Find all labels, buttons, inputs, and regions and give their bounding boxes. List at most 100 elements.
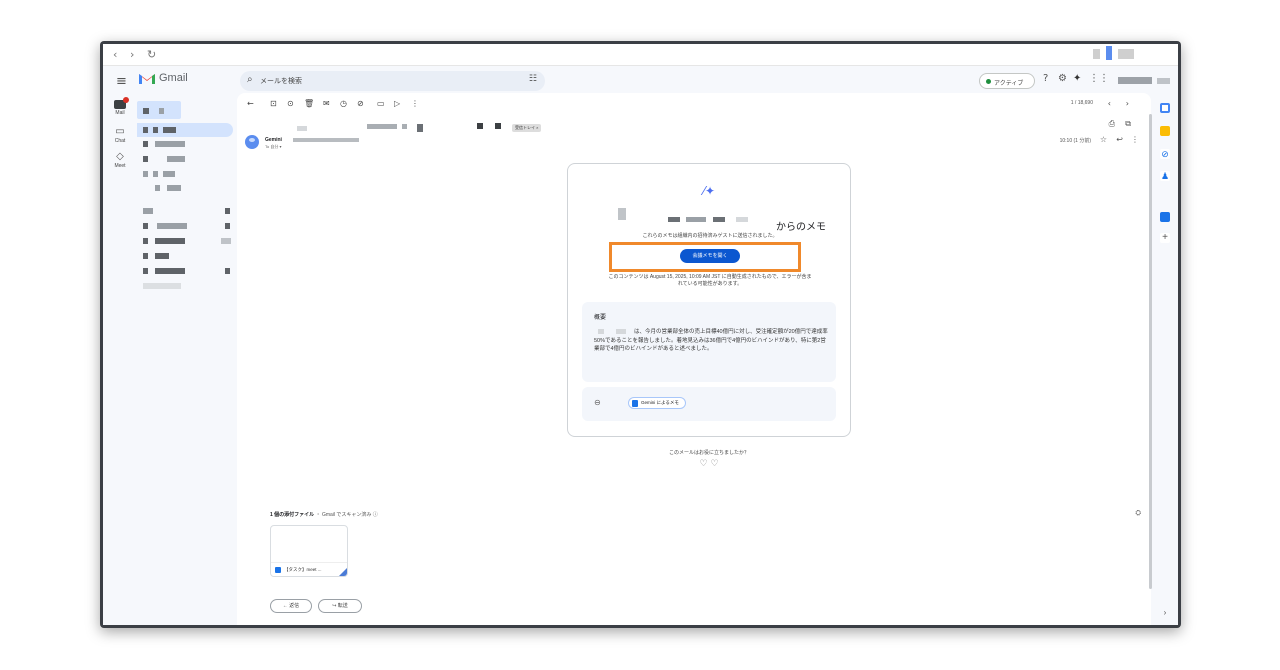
account-avatar[interactable] — [1157, 78, 1170, 84]
sidebar-item[interactable] — [137, 264, 233, 278]
attachment-card[interactable]: 【タスク】meet ... — [270, 525, 348, 577]
summary-heading: 概要 — [594, 315, 607, 321]
back-arrow-icon[interactable]: ‹ — [113, 48, 117, 61]
more-options-icon[interactable]: ⋮ — [1131, 135, 1139, 144]
google-docs-icon — [632, 399, 638, 407]
sidebar-item[interactable] — [137, 167, 233, 181]
summary-section: 概要 は、今月の営業部全体の売上目標40億円に対し、受注確定額が20億円で達成率… — [582, 302, 836, 382]
delete-icon[interactable]: 🗑 — [304, 99, 314, 108]
gear-icon[interactable]: ⚙ — [1058, 73, 1067, 84]
sidebar-item[interactable] — [137, 234, 233, 248]
search-input[interactable]: メールを検索 — [260, 76, 302, 86]
help-icon[interactable]: ? — [1043, 73, 1048, 84]
message-time: 10:10 (1 分前) — [1059, 138, 1091, 144]
summary-body: は、今月の営業部全体の売上目標40億円に対し、受注確定額が20億円で達成率50%… — [594, 329, 828, 352]
sidebar-item[interactable] — [137, 219, 233, 233]
zoom-addon-icon[interactable] — [1160, 212, 1170, 222]
device-frame: ‹ › ↻ ≡ Gmail ⌕ メールを検索 ☷ アクティブ ? ⚙ ✦ ⋮⋮ … — [100, 41, 1181, 628]
open-in-new-window-icon[interactable]: ⧉ — [1125, 119, 1131, 129]
reload-icon[interactable]: ↻ — [147, 48, 156, 61]
sidebar-item-inbox[interactable] — [137, 123, 233, 137]
gmail-m-icon — [139, 74, 155, 84]
ai-disclaimer: このコンテンツは August 15, 2025, 10:09 AM JST に… — [608, 274, 812, 287]
gemini-notes-chip[interactable]: Gemini によるメモ — [628, 397, 686, 409]
pager-count: 1 / 18,690 — [1070, 100, 1093, 106]
compose-button[interactable] — [137, 101, 181, 119]
thumbs-up-icon[interactable]: ♡ — [710, 459, 718, 469]
sender-name[interactable]: Gemini — [265, 137, 282, 143]
thumbs-down-icon[interactable]: ♡ — [699, 459, 707, 469]
rail-label: Chat — [114, 138, 126, 144]
doc-corner-icon — [339, 566, 347, 576]
rail-label: Mail — [115, 110, 125, 116]
account-switcher[interactable] — [1118, 77, 1152, 84]
keep-icon[interactable] — [1160, 126, 1170, 136]
attachment-footer: 【タスク】meet ... — [271, 562, 347, 576]
extension-icon[interactable] — [1093, 49, 1100, 59]
app-name: Gmail — [159, 72, 188, 84]
menu-icon[interactable]: ≡ — [116, 74, 127, 89]
status-label: アクティブ — [994, 81, 1024, 87]
add-addon-icon[interactable]: + — [1160, 233, 1170, 243]
subject-blur — [417, 124, 423, 132]
search-bar[interactable]: ⌕ メールを検索 ☷ — [240, 71, 545, 91]
sidebar-item[interactable] — [137, 137, 233, 151]
forward-arrow-icon[interactable]: › — [130, 48, 134, 61]
status-selector[interactable]: アクティブ — [979, 73, 1035, 89]
profile-avatar[interactable] — [1118, 49, 1134, 59]
extension-icon[interactable] — [1106, 46, 1112, 60]
scrollbar[interactable] — [1149, 114, 1152, 589]
star-icon[interactable]: ☆ — [1100, 135, 1107, 144]
notes-attachment-row: ⊖ Gemini によるメモ — [582, 387, 836, 421]
tasks-icon[interactable]: ⊘ — [1160, 149, 1170, 159]
move-to-icon[interactable]: ▭ — [377, 99, 385, 108]
rail-chat[interactable]: ▭ Chat — [109, 126, 131, 144]
subject-blur — [367, 124, 397, 129]
prev-message-icon[interactable]: ‹ — [1108, 99, 1111, 108]
label-icon[interactable]: ▷ — [394, 99, 400, 108]
back-to-inbox-icon[interactable]: ← — [247, 99, 254, 108]
subject-blur — [495, 123, 501, 129]
open-meeting-notes-button[interactable]: 会議メモを開く — [680, 249, 740, 263]
attachment-name: 【タスク】meet ... — [284, 567, 322, 572]
gemini-icon[interactable]: ✦ — [1073, 73, 1081, 84]
subject-blur — [297, 126, 307, 131]
reply-button[interactable]: ← 返信 — [270, 599, 312, 613]
reply-icon[interactable]: ↩ — [1116, 135, 1123, 144]
sidebar-item[interactable] — [137, 279, 233, 293]
apps-icon[interactable]: ⋮⋮ — [1089, 73, 1109, 84]
mark-unread-icon[interactable]: ✉ — [323, 99, 330, 108]
filter-icon[interactable]: ☷ — [529, 74, 537, 84]
notes-subtitle: これらのメモは組織内の招待済みゲストに送信されました。 — [642, 233, 778, 239]
recipient-toggle[interactable]: To 自分 ▾ — [265, 144, 281, 150]
sidebar-item[interactable] — [137, 152, 233, 166]
feedback-buttons: ♡ ♡ — [567, 459, 851, 469]
magic-wand-icon: ⁄✦ — [703, 184, 716, 198]
add-to-drive-icon[interactable]: ⛭ — [1135, 509, 1141, 518]
calendar-icon[interactable] — [1160, 103, 1170, 113]
report-spam-icon[interactable]: ⊙ — [287, 99, 294, 108]
subject-blur — [402, 124, 407, 129]
next-message-icon[interactable]: › — [1126, 99, 1129, 108]
contacts-icon[interactable]: ♟ — [1160, 171, 1170, 181]
rail-meet[interactable]: ◇ Meet — [109, 151, 131, 169]
archive-icon[interactable]: ⊡ — [270, 99, 277, 108]
sender-email-blur — [293, 138, 359, 142]
sidebar-item[interactable] — [137, 181, 233, 195]
expand-panel-icon[interactable]: › — [1160, 608, 1170, 618]
inbox-label-chip[interactable]: 受信トレイ × — [512, 124, 542, 132]
sidebar-item[interactable] — [137, 249, 233, 263]
more-icon[interactable]: ⋮ — [411, 99, 419, 108]
search-icon[interactable]: ⌕ — [247, 74, 253, 85]
meet-icon: ◇ — [116, 151, 124, 162]
screen: ‹ › ↻ ≡ Gmail ⌕ メールを検索 ☷ アクティブ ? ⚙ ✦ ⋮⋮ … — [103, 44, 1178, 625]
add-task-icon[interactable]: ⊘ — [357, 99, 364, 108]
sender-avatar[interactable] — [245, 135, 259, 149]
rail-mail[interactable]: Mail — [109, 97, 131, 116]
sidebar-item[interactable] — [137, 204, 233, 218]
mail-icon — [114, 97, 129, 109]
snooze-icon[interactable]: ◷ — [340, 99, 347, 108]
gmail-logo[interactable]: Gmail — [139, 72, 188, 84]
forward-button[interactable]: ↪ 転送 — [318, 599, 362, 613]
print-icon[interactable]: ⎙ — [1109, 119, 1115, 129]
